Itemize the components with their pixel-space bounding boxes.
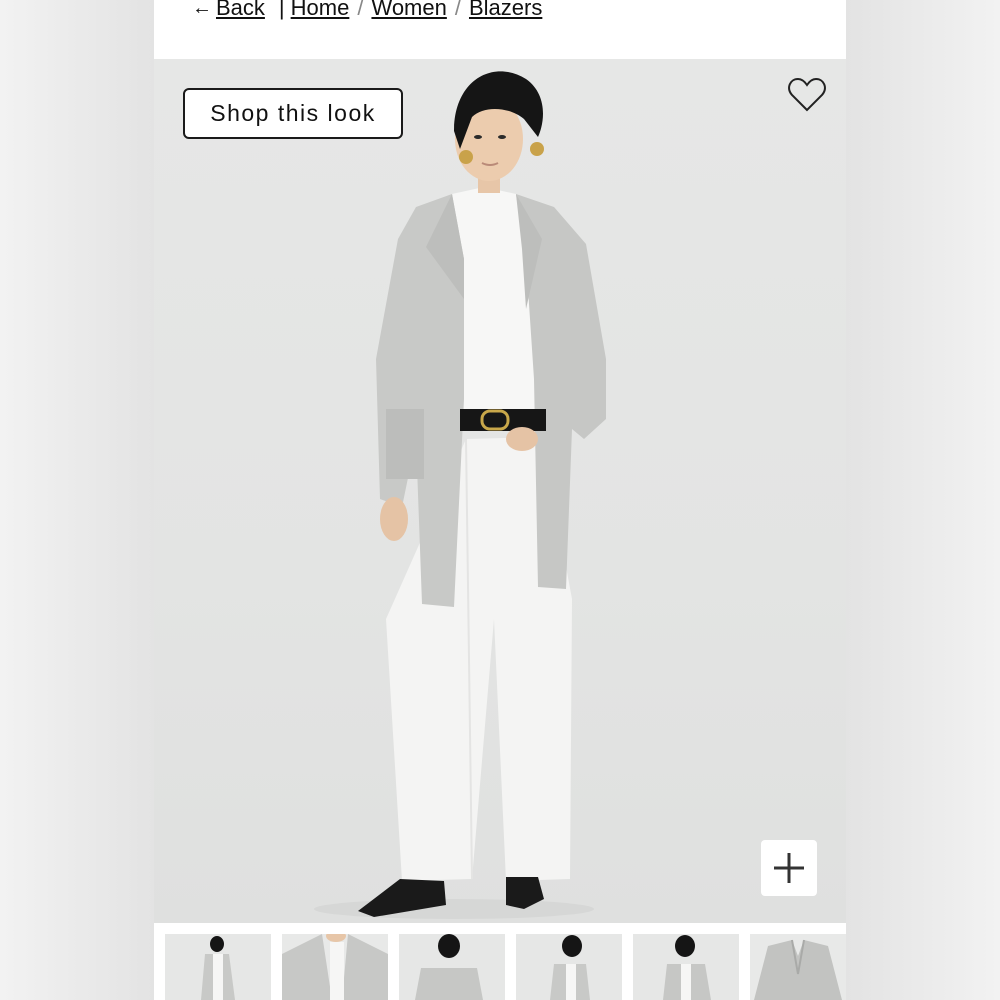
product-page: ← Back | Home / Women / Blazers Shop thi… [154, 0, 846, 1000]
shop-this-look-button[interactable]: Shop this look [183, 88, 403, 139]
thumbnail-back-view[interactable] [399, 934, 505, 1000]
breadcrumb-women[interactable]: Women [371, 0, 446, 21]
product-hero-image[interactable]: Shop this look [154, 59, 846, 923]
thumbnail-strip [154, 934, 846, 1000]
breadcrumb-divider: | [278, 0, 285, 20]
side-background-right [846, 0, 1000, 1000]
thumbnail-detail-front[interactable] [282, 934, 388, 1000]
breadcrumb-blazers[interactable]: Blazers [469, 0, 542, 21]
back-link[interactable]: Back [216, 0, 265, 21]
heart-icon[interactable] [787, 77, 827, 113]
thumbnail-product-flat[interactable] [750, 934, 846, 1000]
thumbnail-three-quarter-view[interactable] [633, 934, 739, 1000]
breadcrumb-separator: / [357, 0, 364, 20]
thumbnail-full-look[interactable] [165, 934, 271, 1000]
breadcrumb-separator: / [454, 0, 461, 20]
model-illustration [314, 71, 606, 919]
breadcrumb: ← Back | Home / Women / Blazers [192, 0, 542, 24]
plus-icon [774, 853, 804, 883]
zoom-button[interactable] [761, 840, 817, 896]
side-background-left [0, 0, 154, 1000]
thumbnail-side-view[interactable] [516, 934, 622, 1000]
back-link-wrap[interactable]: ← Back [192, 0, 265, 21]
breadcrumb-home[interactable]: Home [291, 0, 350, 21]
arrow-left-icon: ← [192, 0, 212, 19]
